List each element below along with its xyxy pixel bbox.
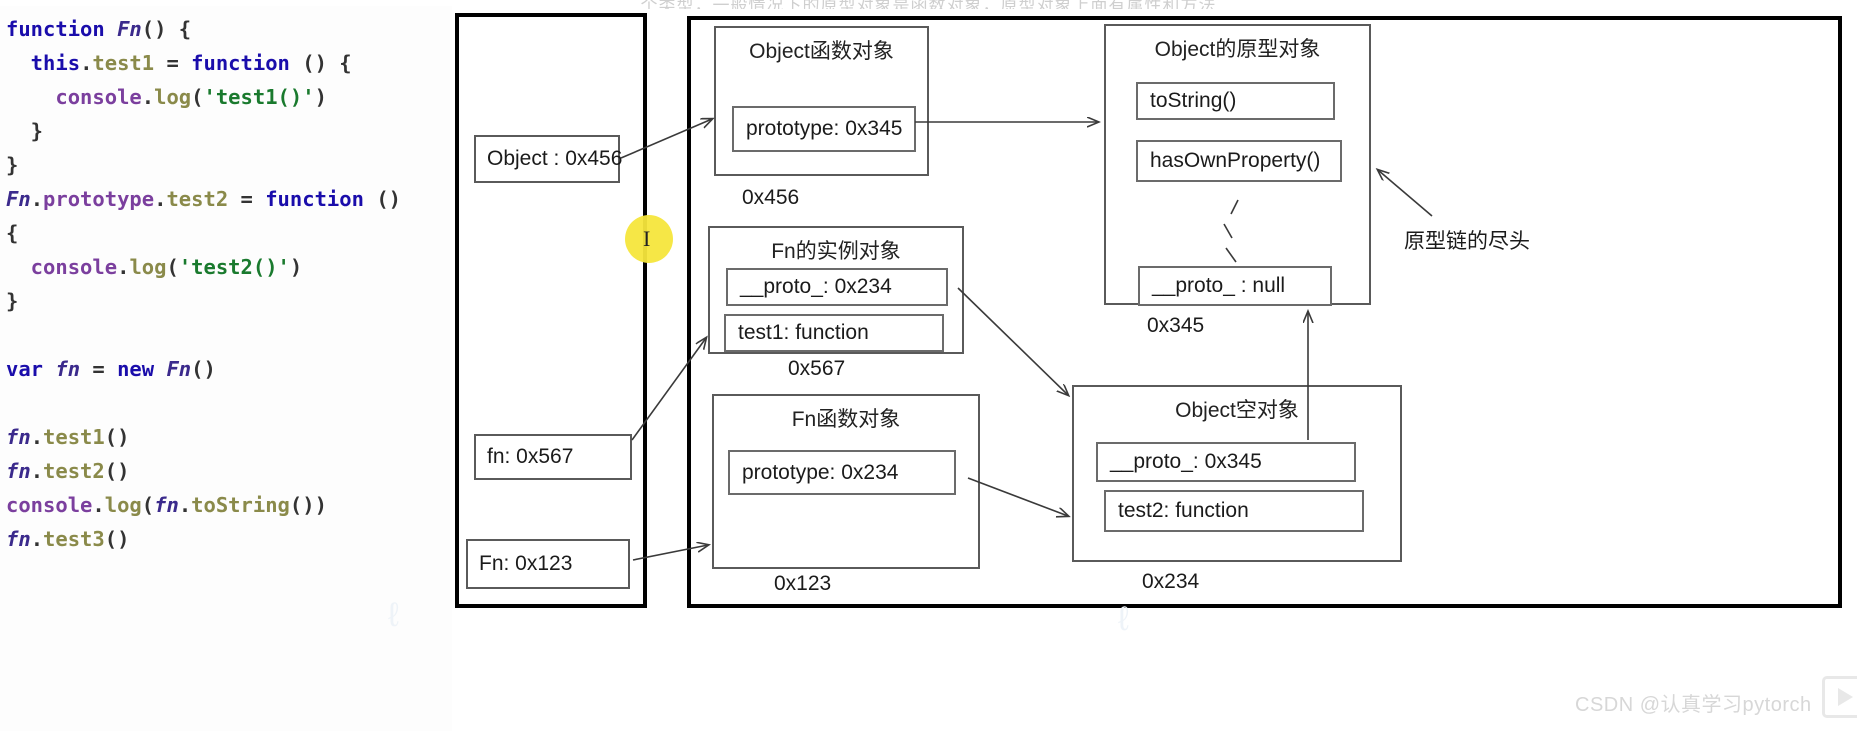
slot-prototype: prototype: 0x345 <box>732 106 916 152</box>
variable-label: Fn: 0x123 <box>479 552 573 575</box>
variable-box-fn-constructor: Fn: 0x123 <box>466 539 630 589</box>
object-address: 0x345 <box>1147 314 1205 337</box>
slot-proto: __proto_: 0x345 <box>1096 442 1356 482</box>
end-of-prototype-chain-note: 原型链的尽头 <box>1404 230 1530 253</box>
object-function-object-box: Object函数对象 prototype: 0x345 <box>714 26 929 176</box>
object-address: 0x234 <box>1142 570 1200 593</box>
variable-scope-frame <box>455 13 647 608</box>
variable-box-fn-instance: fn: 0x567 <box>474 434 632 480</box>
slot-proto-null: __proto_ : null <box>1138 266 1332 306</box>
slot-proto: __proto_: 0x234 <box>726 268 948 306</box>
object-prototype-object-box: Object的原型对象 toString() hasOwnProperty() … <box>1104 24 1371 306</box>
slot-test2: test2: function <box>1104 490 1364 532</box>
object-title: Object的原型对象 <box>1154 38 1321 61</box>
csdn-watermark: CSDN @认真学习pytorch <box>1575 694 1812 716</box>
prototype-chain-diagram: Object : 0x456 fn: 0x567 Fn: 0x123 Objec… <box>0 0 1857 731</box>
object-address: 0x567 <box>788 357 846 380</box>
slot-hasownproperty: hasOwnProperty() <box>1136 140 1342 182</box>
variable-label: fn: 0x567 <box>487 445 574 468</box>
fn-function-object-box: Fn函数对象 prototype: 0x234 <box>712 394 980 569</box>
object-title: Object空对象 <box>1175 399 1299 422</box>
object-title: Object函数对象 <box>749 40 894 63</box>
text-cursor-icon: I <box>643 226 651 251</box>
play-button-icon <box>1822 676 1857 718</box>
slot-test1: test1: function <box>724 314 944 352</box>
variable-label: Object : 0x456 <box>487 147 623 170</box>
fn-instance-object-box: Fn的实例对象 __proto_: 0x234 test1: function <box>708 226 964 354</box>
object-empty-object-box: Object空对象 __proto_: 0x345 test2: functio… <box>1072 385 1402 562</box>
ghost-watermark-right: ℓ <box>1118 600 1129 638</box>
variable-box-object: Object : 0x456 <box>474 135 623 183</box>
object-title: Fn函数对象 <box>791 408 901 431</box>
slot-prototype: prototype: 0x234 <box>728 450 956 495</box>
object-address: 0x456 <box>742 186 800 209</box>
object-title: Fn的实例对象 <box>771 240 901 263</box>
slot-tostring: toString() <box>1136 82 1335 120</box>
ghost-watermark-left: ℓ <box>388 596 399 634</box>
object-address: 0x123 <box>774 572 832 595</box>
